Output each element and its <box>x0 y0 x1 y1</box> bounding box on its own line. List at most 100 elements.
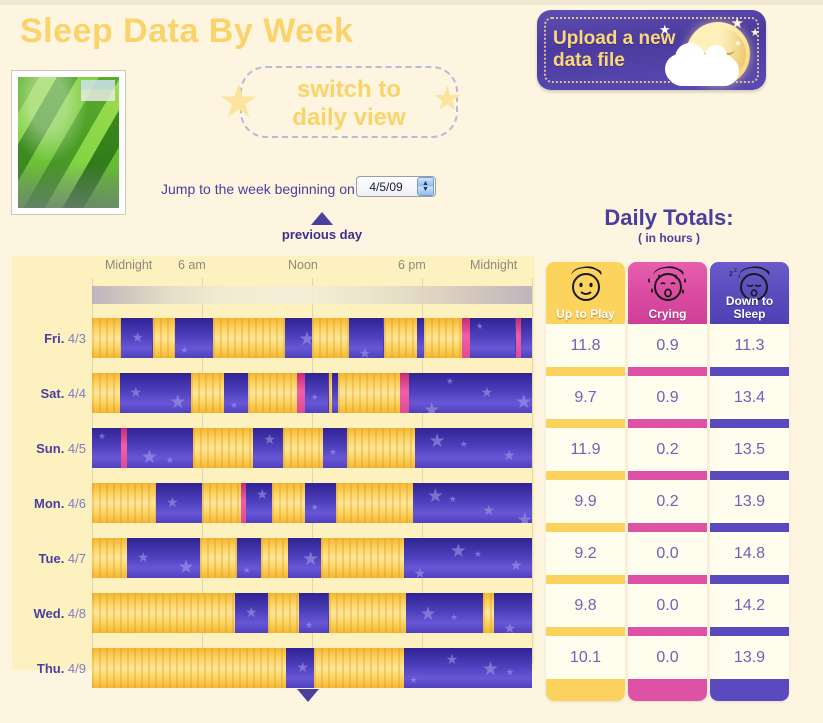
stepper-down-arrow-icon[interactable]: ▼ <box>422 186 429 193</box>
star-icon-decor: ★ <box>131 329 144 345</box>
timeline-segment-sleep[interactable]: ★ <box>469 318 516 358</box>
timeline-segment-play[interactable] <box>247 373 298 413</box>
star-icon-decor: ★ <box>459 439 468 449</box>
timeline-segment-sleep[interactable]: ★ <box>304 373 329 413</box>
timeline-segment-play[interactable] <box>346 428 415 468</box>
timeline-segment-sleep[interactable]: ★ ★ <box>126 538 201 578</box>
timeline-segment-play[interactable] <box>337 373 400 413</box>
timeline-segment-play[interactable] <box>482 593 494 633</box>
timeline-segment-play[interactable] <box>335 483 413 523</box>
timeline-segment-sleep[interactable] <box>416 318 424 358</box>
timeline-segment-sleep[interactable]: ★ <box>121 318 153 358</box>
column-header-up-to-play[interactable]: Up to Play <box>546 262 625 324</box>
column-header-crying[interactable]: Crying <box>628 262 707 324</box>
star-icon-decor: ★ <box>302 549 320 570</box>
timeline-segment-play[interactable] <box>92 483 157 523</box>
stepper-arrows[interactable]: ▲ ▼ <box>417 177 434 196</box>
star-icon-decor: ★ <box>129 384 143 400</box>
timeline-row[interactable]: ★ ★ ★ ★ ★ <box>92 648 532 688</box>
timeline-segment-sleep[interactable]: ★ <box>493 593 532 633</box>
timeline-segment-play[interactable] <box>268 593 300 633</box>
timeline-segment-sleep[interactable]: ★ <box>92 428 122 468</box>
timeline-segment-play[interactable] <box>313 648 404 688</box>
timeline-segment-play[interactable] <box>271 483 305 523</box>
timeline-segment-sleep[interactable]: ★ <box>284 318 316 358</box>
previous-day-button[interactable]: previous day <box>274 212 370 242</box>
timeline-segment-sleep[interactable]: ★ ★ ★ ★ <box>403 538 532 578</box>
svg-text:z: z <box>738 274 741 280</box>
timeline-segment-play[interactable] <box>92 593 235 633</box>
upload-data-file-button[interactable]: Upload a new data file ★ ★ ★ ★ <box>537 10 766 90</box>
timeline-segment-play[interactable] <box>282 428 323 468</box>
timeline-segment-play[interactable] <box>92 538 127 578</box>
timeline-segment-cry[interactable] <box>297 373 305 413</box>
timeline-segment-sleep[interactable]: ★ <box>235 593 268 633</box>
timeline-segment-cry[interactable] <box>400 373 410 413</box>
timeline-segment-sleep[interactable]: ★ <box>236 538 261 578</box>
totals-value-sleep-row-3: 13.9 <box>710 480 789 523</box>
timeline-row[interactable]: ★ ★ ★ ★ ★ <box>92 593 532 633</box>
timeline-segment-play[interactable] <box>423 318 463 358</box>
timeline-segment-play[interactable] <box>312 318 349 358</box>
axis-tick-6-pm-3: 6 pm <box>398 258 426 272</box>
timeline-segment-sleep[interactable]: ★ ★ ★ <box>414 428 532 468</box>
timeline-row[interactable]: ★ ★ ★ ★ ★ ★ ★ <box>92 483 532 523</box>
totals-cells-down-to-sleep: 11.3 13.4 13.5 13.9 14.8 14.2 13.9 <box>710 324 789 679</box>
timeline-segment-play[interactable] <box>152 318 175 358</box>
day-label-row-1: Sat. 4/4 <box>40 386 86 401</box>
timeline-segment-sleep[interactable]: ★ <box>246 483 272 523</box>
timeline-segment-sleep[interactable]: ★ <box>288 538 322 578</box>
timeline-segment-play[interactable] <box>192 428 254 468</box>
day-label-row-5: Wed. 4/8 <box>33 606 86 621</box>
timeline-segment-play[interactable] <box>321 538 404 578</box>
timeline-row[interactable]: ★ ★ ★ ★ ★ ★ ★ ★ <box>92 373 532 413</box>
timeline-segment-sleep[interactable] <box>521 318 532 358</box>
timeline-segment-sleep[interactable]: ★ <box>323 428 347 468</box>
timeline-row[interactable]: ★ ★ ★ ★ ★ ★ ★ ★ <box>92 538 532 578</box>
timeline-segment-sleep[interactable]: ★ ★ ★ ★ <box>409 373 532 413</box>
timeline-segment-sleep[interactable]: ★ <box>304 483 336 523</box>
timeline-segment-play[interactable] <box>200 538 237 578</box>
star-icon-upload-4: ★ <box>659 22 671 37</box>
sleep-data-page: Sleep Data By Week switch to daily view … <box>0 0 823 723</box>
timeline-segment-sleep[interactable]: ★ ★ <box>405 593 483 633</box>
star-icon-decor: ★ <box>445 651 459 667</box>
timeline-segment-play[interactable] <box>92 373 120 413</box>
star-icon-decor: ★ <box>305 620 314 630</box>
timeline-segment-sleep[interactable]: ★ ★ <box>119 373 191 413</box>
star-icon-decor: ★ <box>263 431 276 447</box>
timeline-row[interactable]: ★ ★ ★ ★ ★ <box>92 318 532 358</box>
timeline-segment-sleep[interactable]: ★ <box>299 593 329 633</box>
totals-value-sleep-row-0: 11.3 <box>710 324 789 367</box>
totals-value-sleep-row-5: 14.2 <box>710 584 789 627</box>
timeline-segment-play[interactable] <box>260 538 289 578</box>
switch-to-daily-view-button[interactable]: switch to daily view <box>240 66 458 138</box>
timeline-segment-play[interactable] <box>328 593 406 633</box>
photo-thumbnail[interactable] <box>11 70 126 215</box>
timeline-segment-sleep[interactable]: ★ ★ ★ ★ <box>403 648 532 688</box>
timeline-segment-play[interactable] <box>383 318 417 358</box>
week-date-stepper[interactable]: 4/5/09 ▲ ▼ <box>356 176 436 197</box>
week-date-value[interactable]: 4/5/09 <box>357 180 417 194</box>
cloud-icon <box>667 43 739 86</box>
column-header-down-to-sleep[interactable]: z z z Down to Sleep <box>710 262 789 324</box>
timeline-segment-sleep[interactable]: ★ <box>286 648 314 688</box>
totals-separator <box>628 367 707 376</box>
timeline-segment-play[interactable] <box>213 318 285 358</box>
timeline-segment-sleep[interactable]: ★ <box>224 373 248 413</box>
timeline-segment-play[interactable] <box>191 373 224 413</box>
totals-separator <box>710 523 789 532</box>
timeline-segment-play[interactable] <box>92 318 122 358</box>
upload-line2: data file <box>553 50 625 71</box>
timeline-segment-play[interactable] <box>202 483 241 523</box>
timeline-segment-sleep[interactable]: ★ <box>174 318 213 358</box>
timeline-segment-sleep[interactable]: ★ ★ ★ ★ <box>412 483 532 523</box>
timeline-segment-cry[interactable] <box>462 318 470 358</box>
timeline-row[interactable]: ★ ★ ★ ★ ★ ★ ★ ★ <box>92 428 532 468</box>
timeline-segment-play[interactable] <box>92 648 287 688</box>
timeline-segment-sleep[interactable]: ★ <box>156 483 202 523</box>
timeline-segment-sleep[interactable]: ★ <box>348 318 384 358</box>
timeline-segment-sleep[interactable]: ★ <box>253 428 283 468</box>
timeline-segment-sleep[interactable]: ★ ★ <box>126 428 193 468</box>
star-icon-decor: ★ <box>449 541 467 562</box>
